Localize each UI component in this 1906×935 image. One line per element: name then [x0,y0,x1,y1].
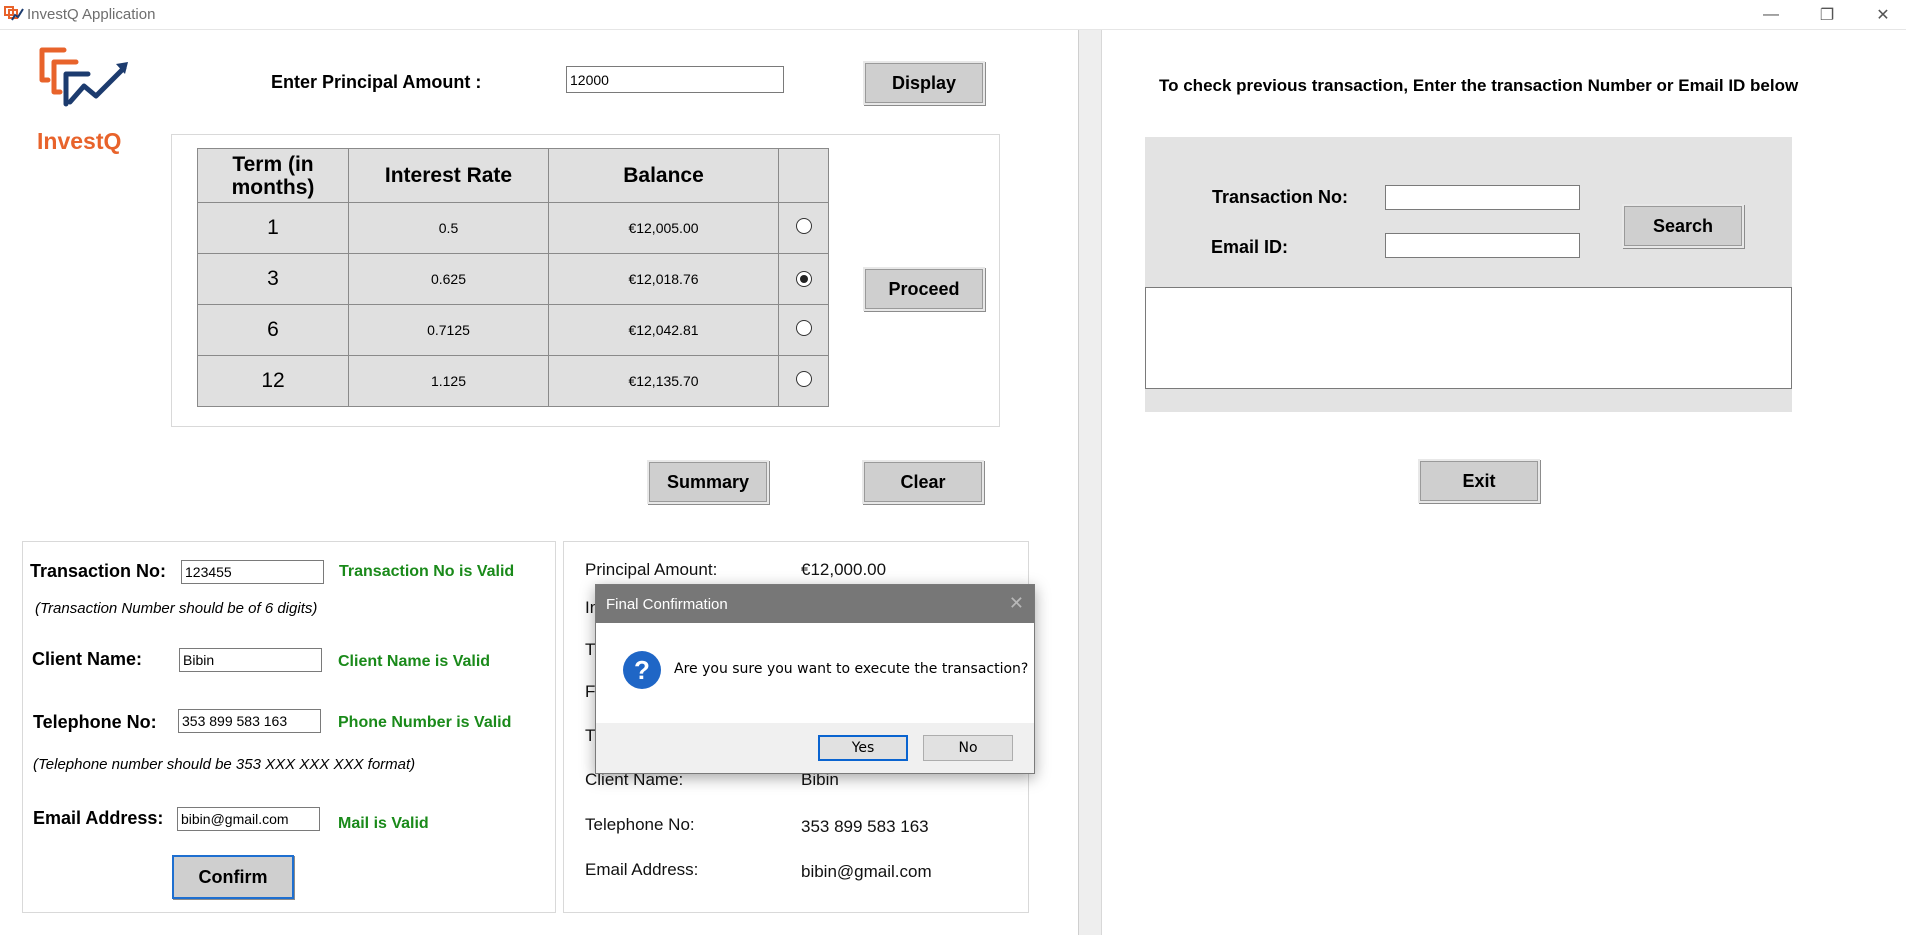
no-button[interactable]: No [923,735,1013,761]
maximize-button[interactable]: ❐ [1804,0,1850,30]
lookup-transaction-label: Transaction No: [1212,187,1349,207]
select-header [778,148,829,203]
term-cell: 6 [197,304,349,356]
client-name-label: Client Name: [32,649,143,669]
balance-cell: €12,018.76 [548,253,779,305]
dialog-title: Final Confirmation [606,596,728,613]
select-cell[interactable] [778,253,829,305]
lookup-instruction: To check previous transaction, Enter the… [1159,76,1799,95]
telephone-status: Phone Number is Valid [338,714,512,731]
question-icon: ? [623,651,661,689]
table-row[interactable]: 12 1.125 €12,135.70 [197,355,829,407]
rate-cell: 0.7125 [348,304,549,356]
rate-cell: 1.125 [348,355,549,407]
close-button[interactable]: ✕ [1860,0,1906,30]
client-name-status: Client Name is Valid [338,653,491,670]
term-header: Term (in months) [197,148,349,203]
summary-principal-label: Principal Amount: [585,560,718,579]
exit-button[interactable]: Exit [1418,459,1540,503]
table-row[interactable]: 3 0.625 €12,018.76 [197,253,829,305]
principal-input[interactable] [566,66,784,93]
summary-telephone-label: Telephone No: [585,815,695,834]
proceed-button[interactable]: Proceed [863,267,985,311]
window-title: InvestQ Application [27,6,156,23]
confirm-button[interactable]: Confirm [172,855,294,899]
lookup-result-area[interactable] [1145,287,1792,389]
select-cell[interactable] [778,304,829,356]
term-cell: 1 [197,202,349,254]
email-label: Email Address: [33,808,164,828]
investq-logo [36,46,132,124]
term-radio[interactable] [795,319,812,336]
minimize-button[interactable]: — [1748,0,1794,30]
principal-label: Enter Principal Amount : [271,72,482,92]
dialog-close-icon[interactable]: ✕ [1009,593,1024,614]
balance-cell: €12,042.81 [548,304,779,356]
email-input[interactable] [177,807,320,831]
display-button[interactable]: Display [863,61,985,105]
window-titlebar: InvestQ Application — ❐ ✕ [0,0,1906,30]
select-cell[interactable] [778,355,829,407]
summary-partial-label: T [585,726,596,745]
dialog-body: ? Are you sure you want to execute the t… [596,623,1034,723]
transaction-no-label: Transaction No: [30,561,167,581]
interest-rate-table: Term (in months) Interest Rate Balance 1… [197,148,829,407]
lookup-email-label: Email ID: [1211,237,1289,257]
summary-email-label: Email Address: [585,860,699,879]
telephone-label: Telephone No: [33,712,157,732]
table-row[interactable]: 6 0.7125 €12,042.81 [197,304,829,356]
email-status: Mail is Valid [338,815,429,832]
lookup-email-input[interactable] [1385,233,1580,258]
summary-principal-value: €12,000.00 [801,560,887,579]
balance-cell: €12,005.00 [548,202,779,254]
term-radio[interactable] [795,370,812,387]
summary-telephone-value: 353 899 583 163 [801,817,929,836]
transaction-no-status: Transaction No is Valid [339,563,515,580]
rate-header: Interest Rate [348,148,549,203]
transaction-no-input[interactable] [181,560,324,584]
balance-header: Balance [548,148,779,203]
summary-partial-label: F [585,682,596,701]
term-radio-selected[interactable] [795,271,812,287]
panel-divider[interactable] [1078,30,1102,935]
telephone-input[interactable] [178,709,321,733]
summary-partial-label: T [585,640,596,659]
lookup-transaction-input[interactable] [1385,185,1580,210]
dialog-message: Are you sure you want to execute the tra… [674,661,1029,677]
select-cell[interactable] [778,202,829,254]
search-button[interactable]: Search [1622,204,1744,248]
table-row[interactable]: 1 0.5 €12,005.00 [197,202,829,254]
dialog-titlebar: Final Confirmation ✕ [596,585,1034,623]
balance-cell: €12,135.70 [548,355,779,407]
term-cell: 3 [197,253,349,305]
summary-button[interactable]: Summary [647,460,769,504]
dialog-footer: Yes No [596,723,1034,773]
telephone-hint: (Telephone number should be 353 XXX XXX … [33,756,416,773]
term-cell: 12 [197,355,349,407]
term-radio[interactable] [795,217,812,234]
summary-email-value: bibin@gmail.com [801,862,932,881]
rate-cell: 0.5 [348,202,549,254]
transaction-no-hint: (Transaction Number should be of 6 digit… [35,600,318,617]
rate-cell: 0.625 [348,253,549,305]
logo-text: InvestQ [37,128,122,154]
app-icon [4,6,24,22]
clear-button[interactable]: Clear [862,460,984,504]
yes-button[interactable]: Yes [818,735,908,761]
confirmation-dialog: Final Confirmation ✕ ? Are you sure you … [595,584,1035,774]
client-name-input[interactable] [179,648,322,672]
